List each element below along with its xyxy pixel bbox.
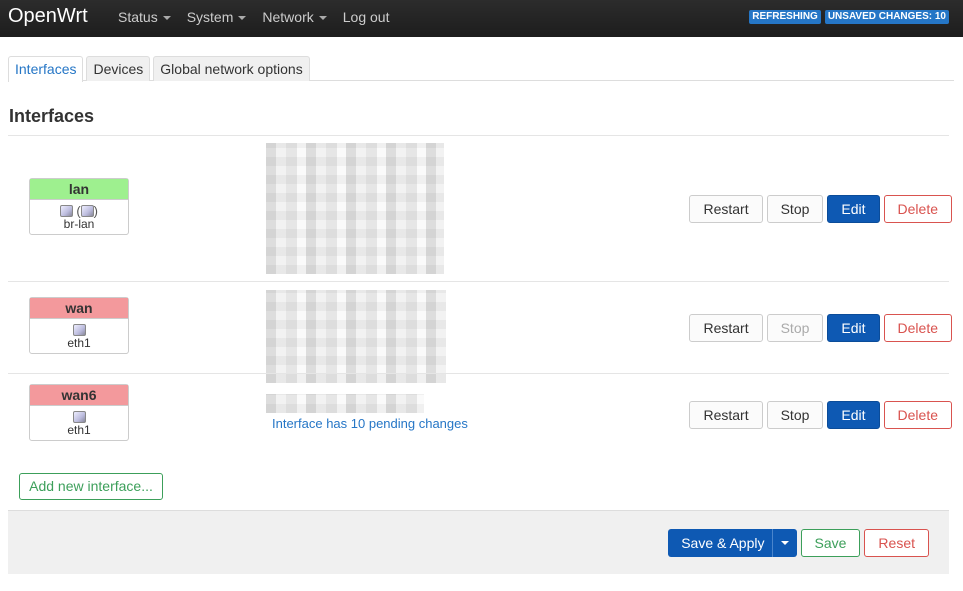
nav-network[interactable]: Network	[254, 0, 334, 37]
stop-button[interactable]: Stop	[766, 314, 824, 342]
nav-system[interactable]: System	[179, 0, 255, 37]
divider	[8, 281, 949, 282]
brand-logo[interactable]: OpenWrt	[8, 5, 88, 28]
divider	[8, 373, 949, 374]
interface-icons	[30, 319, 128, 337]
nav-system-label: System	[186, 9, 234, 25]
nav-status-label: Status	[118, 9, 158, 25]
divider	[8, 135, 949, 136]
tab-global-network-options[interactable]: Global network options	[153, 56, 310, 81]
interface-name: wan6	[30, 385, 128, 406]
edit-button[interactable]: Edit	[827, 314, 880, 342]
interface-badge-wan: wan eth1	[29, 297, 129, 354]
redacted-interface-details	[266, 143, 444, 274]
page-title: Interfaces	[9, 106, 95, 126]
status-badges: REFRESHING UNSAVED CHANGES: 10	[749, 10, 949, 24]
ethernet-icon	[59, 204, 73, 217]
wan-actions: Restart Stop Edit Delete	[689, 314, 952, 342]
bridge-close-paren-icon: )	[93, 203, 99, 219]
pending-changes-note: Interface has 10 pending changes	[272, 416, 468, 431]
interface-name: lan	[30, 179, 128, 200]
restart-button[interactable]: Restart	[689, 195, 763, 223]
nav-logout[interactable]: Log out	[335, 0, 398, 37]
interface-device: eth1	[67, 423, 91, 437]
stop-button[interactable]: Stop	[766, 195, 824, 223]
footer-buttons: Save & Apply Save Reset	[668, 529, 929, 557]
chevron-down-icon	[780, 541, 789, 545]
ethernet-icon	[72, 410, 86, 423]
wan6-actions: Restart Stop Edit Delete	[689, 401, 952, 429]
interface-icons: ()	[30, 200, 128, 218]
edit-button[interactable]: Edit	[827, 401, 880, 429]
tab-interfaces[interactable]: Interfaces	[8, 56, 84, 82]
main-nav: Status System Network Log out	[110, 0, 397, 37]
tab-devices[interactable]: Devices	[86, 56, 151, 81]
save-apply-dropdown[interactable]	[771, 529, 797, 557]
delete-button[interactable]: Delete	[883, 314, 952, 342]
form-actions: Save & Apply Save Reset	[8, 510, 949, 574]
delete-button[interactable]: Delete	[883, 195, 952, 223]
nav-status[interactable]: Status	[110, 0, 179, 37]
delete-button[interactable]: Delete	[883, 401, 952, 429]
chevron-down-icon	[238, 16, 247, 21]
reset-button[interactable]: Reset	[864, 529, 929, 557]
save-apply-split-button: Save & Apply	[668, 529, 797, 557]
stop-button[interactable]: Stop	[766, 401, 824, 429]
redacted-interface-details	[266, 290, 446, 383]
edit-button[interactable]: Edit	[827, 195, 880, 223]
restart-button[interactable]: Restart	[689, 401, 763, 429]
interface-name: wan	[30, 298, 128, 319]
lan-actions: Restart Stop Edit Delete	[689, 195, 952, 223]
unsaved-changes-badge[interactable]: UNSAVED CHANGES: 10	[824, 10, 949, 24]
interface-device: eth1	[67, 336, 91, 350]
add-interface-button[interactable]: Add new interface...	[19, 473, 163, 500]
ethernet-icon	[72, 323, 86, 336]
top-navbar: OpenWrt Status System Network Log out RE…	[0, 0, 963, 37]
save-button[interactable]: Save	[800, 529, 861, 557]
chevron-down-icon	[318, 16, 327, 21]
restart-button[interactable]: Restart	[689, 314, 763, 342]
redacted-interface-details	[266, 394, 424, 413]
network-tabs: Interfaces Devices Global network option…	[8, 56, 954, 82]
interface-badge-wan6: wan6 eth1	[29, 384, 129, 441]
chevron-down-icon	[162, 16, 171, 21]
interface-icons	[30, 406, 128, 424]
bridge-icon	[80, 204, 94, 217]
refreshing-badge[interactable]: REFRESHING	[749, 10, 821, 24]
interface-device: br-lan	[63, 217, 95, 231]
interface-badge-lan: lan () br-lan	[29, 178, 129, 235]
save-apply-button[interactable]: Save & Apply	[668, 529, 771, 557]
nav-network-label: Network	[262, 9, 314, 25]
